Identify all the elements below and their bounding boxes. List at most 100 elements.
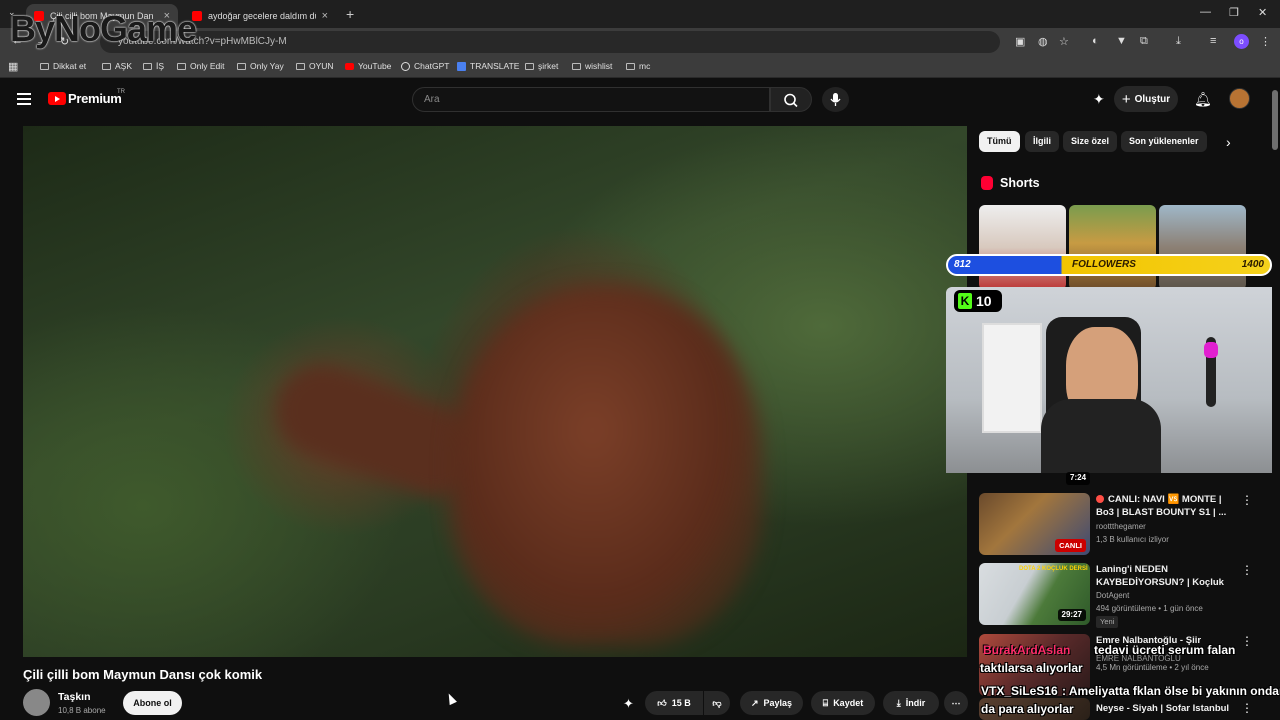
video-player[interactable] <box>23 126 967 657</box>
channel-avatar[interactable] <box>23 689 50 716</box>
short-thumbnail[interactable] <box>1069 205 1156 290</box>
brand-name[interactable]: Premium <box>68 91 122 106</box>
recommended-video[interactable]: DOTA 2 KOÇLUK DERSİ 29:27 Laning'i NEDEN… <box>979 563 1269 628</box>
alert-username: BurakArdAslan <box>983 643 1071 657</box>
star-icon[interactable]: ☆ <box>1059 35 1069 48</box>
download-icon[interactable]: ⤓ <box>1176 35 1181 48</box>
youtube-icon <box>345 62 354 70</box>
dislike-button[interactable]: 👎︎ <box>704 691 730 715</box>
thumbs-down-icon: 👎︎ <box>712 697 722 708</box>
watermark-logo: ByNoGame <box>10 8 197 49</box>
bookmark-folder[interactable]: Only Edit <box>177 61 225 71</box>
close-icon[interactable]: × <box>322 10 328 22</box>
bookmark-folder[interactable]: Only Yay <box>237 61 284 71</box>
video-meta: 1,3 B kullanıcı izliyor <box>1096 535 1169 544</box>
restore-icon[interactable]: ❐ <box>1229 6 1239 19</box>
voice-search-button[interactable] <box>822 87 849 112</box>
new-tab-icon[interactable]: + <box>346 6 354 22</box>
menu-icon[interactable] <box>17 93 31 105</box>
folder-icon <box>626 62 635 70</box>
folder-icon <box>143 62 152 70</box>
kick-viewer-badge: K 10 <box>954 290 1002 312</box>
channel-name[interactable]: DotAgent <box>1096 591 1129 600</box>
page-scrollbar[interactable] <box>1271 80 1280 720</box>
video-thumbnail[interactable]: DOTA 2 KOÇLUK DERSİ 29:27 <box>979 563 1090 625</box>
more-vertical-icon[interactable]: ⋮ <box>1241 701 1253 715</box>
folder-icon <box>572 62 581 70</box>
webcam-mic-light <box>1204 342 1218 358</box>
followers-goal: 1400 <box>1241 259 1264 270</box>
chip-recent[interactable]: Son yüklenenler <box>1121 131 1207 152</box>
video-title[interactable]: CANLI: NAVI 🆚 MONTE | Bo3 | BLAST BOUNTY… <box>1096 493 1231 519</box>
create-button[interactable]: + Oluştur <box>1114 86 1178 112</box>
youtube-logo-icon[interactable] <box>48 92 66 105</box>
notifications-bell-icon[interactable]: 🔔︎ <box>1194 91 1212 108</box>
followers-current: 812 <box>954 259 971 270</box>
short-thumbnail[interactable] <box>979 205 1066 290</box>
save-button[interactable]: ⌸ Kaydet <box>811 691 875 715</box>
chevron-right-icon[interactable]: › <box>1226 134 1231 150</box>
more-vertical-icon[interactable]: ⋮ <box>1241 634 1253 648</box>
subscriber-count: 10,8 B abone <box>58 706 106 715</box>
eye-off-icon[interactable]: ◍ <box>1038 35 1048 48</box>
streamer-webcam <box>946 287 1272 473</box>
region-code: TR <box>117 89 125 95</box>
channel-name[interactable]: Taşkın <box>58 691 90 703</box>
puzzle-icon[interactable]: ⧉ <box>1140 35 1148 48</box>
sparkle-icon[interactable]: ✦ <box>1093 91 1105 108</box>
tab-title: aydoğar gecelere daldım düşü <box>208 11 316 21</box>
like-button[interactable]: 👍︎ 15 B <box>645 691 703 715</box>
shorts-heading: Shorts <box>1000 176 1040 190</box>
chip-all[interactable]: Tümü <box>979 131 1020 152</box>
video-title[interactable]: Neyse - Siyah | Sofar Istanbul <box>1096 702 1231 715</box>
folder-icon <box>177 62 186 70</box>
menu-icon[interactable]: ⋮ <box>1260 35 1271 48</box>
more-horizontal-icon: ⋯ <box>951 697 961 708</box>
duration-badge: 7:24 <box>1066 472 1091 485</box>
bookmark-translate[interactable]: TRANSLATE <box>457 61 519 71</box>
minimize-icon[interactable]: — <box>1200 6 1211 18</box>
video-thumbnail[interactable]: CANLI <box>979 493 1090 555</box>
download-button[interactable]: ⤓ İndir <box>883 691 939 715</box>
bookmark-folder[interactable]: AŞK <box>102 61 132 71</box>
bookmark-youtube[interactable]: YouTube <box>345 61 391 71</box>
search-icon <box>784 93 798 108</box>
channel-name[interactable]: roottthegamer <box>1096 522 1146 531</box>
bookmarks-bar: ▦ Dikkat et AŞK İŞ Only Edit Only Yay OY… <box>0 56 1280 78</box>
extension-icon[interactable]: ◐ <box>1092 35 1099 47</box>
sparkle-icon[interactable]: ✦ <box>623 696 634 712</box>
media-icon[interactable]: ≡ <box>1210 35 1216 47</box>
chip-for-you[interactable]: Size özel <box>1063 131 1118 152</box>
tab-inactive[interactable]: aydoğar gecelere daldım düşü × <box>184 4 336 28</box>
bookmark-chatgpt[interactable]: ChatGPT <box>401 61 449 71</box>
profile-avatar[interactable]: o <box>1234 34 1249 49</box>
bookmark-folder[interactable]: mc <box>626 61 650 71</box>
chip-related[interactable]: İlgili <box>1025 131 1059 152</box>
bookmark-icon: ⌸ <box>822 697 829 708</box>
more-vertical-icon[interactable]: ⋮ <box>1241 563 1253 577</box>
bookmark-folder[interactable]: wishlist <box>572 61 612 71</box>
subscribe-button[interactable]: Abone ol <box>123 691 182 715</box>
bookmark-folder[interactable]: OYUN <box>296 61 334 71</box>
video-frame-orangutan <box>453 286 763 646</box>
recommended-video[interactable]: CANLI CANLI: NAVI 🆚 MONTE | Bo3 | BLAST … <box>979 493 1269 557</box>
apps-icon[interactable]: ▦ <box>8 60 18 73</box>
bookmark-folder[interactable]: Dikkat et <box>40 61 86 71</box>
share-button[interactable]: ↗ Paylaş <box>740 691 803 715</box>
live-badge: CANLI <box>1055 539 1086 552</box>
video-title[interactable]: Laning'i NEDEN KAYBEDİYORSUN? | Koçluk .… <box>1096 563 1231 591</box>
more-actions-button[interactable]: ⋯ <box>944 691 968 715</box>
extension-icon[interactable]: ▼ <box>1116 35 1127 47</box>
search-button[interactable] <box>770 87 812 112</box>
search-input[interactable]: Ara <box>412 87 770 112</box>
scrollbar-thumb[interactable] <box>1272 90 1278 150</box>
bookmark-folder[interactable]: şirket <box>525 61 558 71</box>
account-avatar[interactable] <box>1229 88 1250 109</box>
cast-icon[interactable]: ▣ <box>1015 35 1025 48</box>
address-bar[interactable]: youtube.com/watch?v=pHwMBlCJy-M <box>100 31 1000 53</box>
close-window-icon[interactable]: ✕ <box>1258 6 1267 19</box>
more-vertical-icon[interactable]: ⋮ <box>1241 493 1253 507</box>
short-thumbnail[interactable] <box>1159 205 1246 290</box>
mouse-cursor-icon <box>445 691 457 706</box>
bookmark-folder[interactable]: İŞ <box>143 61 164 71</box>
